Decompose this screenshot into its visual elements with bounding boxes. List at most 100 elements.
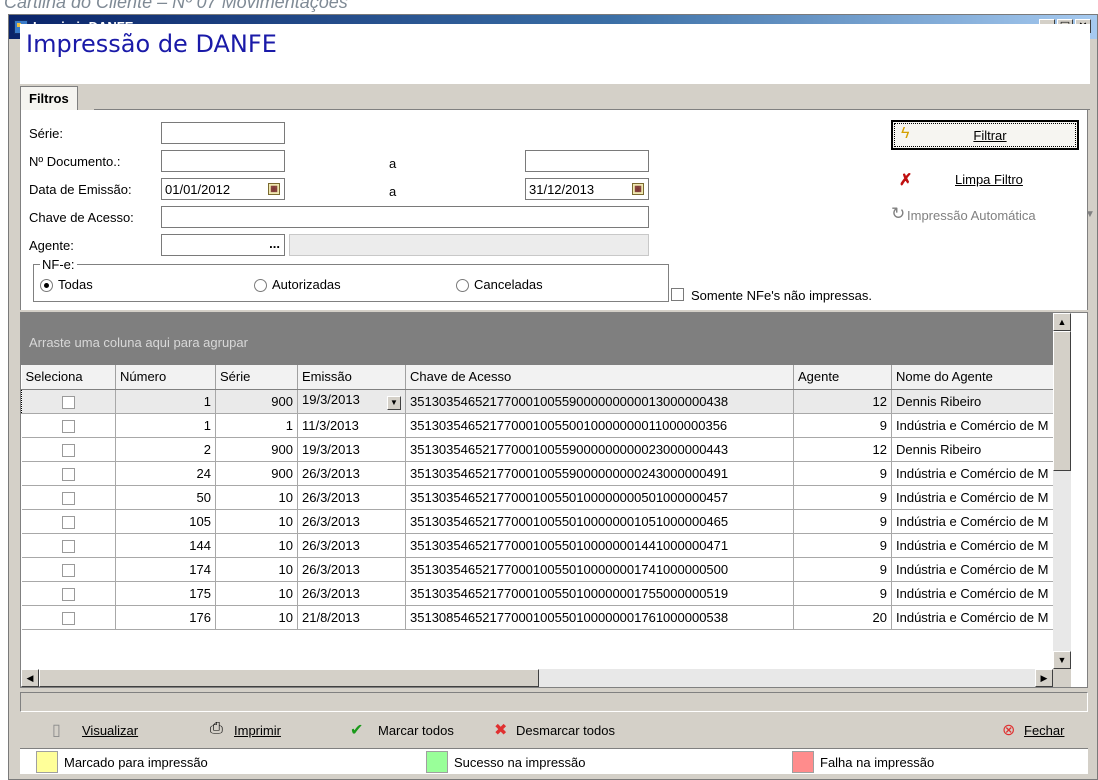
radio-autorizadas[interactable] [254, 279, 267, 292]
document-icon: ▯ [52, 722, 61, 739]
nome-agente-cell: Indústria e Comércio de M [891, 533, 1054, 558]
emissao-cell: 26/3/2013 [297, 533, 406, 558]
select-cell[interactable] [21, 557, 116, 582]
table-row[interactable]: 174 10 26/3/2013 35130354652177000100550… [21, 557, 1054, 582]
emissao-from-input[interactable]: 01/01/2012 ▦ [161, 178, 285, 200]
action-bar: ▯ Visualizar ⎙ Imprimir ✔ Marcar todos ✖… [20, 714, 1088, 748]
calendar-icon[interactable]: ▦ [268, 183, 280, 195]
chave-input[interactable] [161, 206, 649, 228]
serie-input[interactable] [161, 122, 285, 144]
select-cell[interactable] [21, 533, 116, 558]
radio-canceladas-label[interactable]: Canceladas [474, 277, 543, 292]
row-checkbox[interactable] [61, 563, 75, 577]
row-checkbox[interactable] [61, 515, 75, 529]
serie-cell: 10 [215, 581, 298, 606]
table-row[interactable]: 1 900 19/3/2013 ▼ 35130354652177000100559… [21, 389, 1054, 414]
radio-autorizadas-label[interactable]: Autorizadas [272, 277, 341, 292]
select-cell[interactable] [21, 413, 116, 438]
somente-nao-impressas-checkbox[interactable] [671, 288, 684, 301]
serie-cell: 10 [215, 533, 298, 558]
scroll-up-icon[interactable]: ▲ [1053, 313, 1071, 331]
radio-todas-label[interactable]: Todas [58, 277, 93, 292]
scroll-left-icon[interactable]: ◀ [21, 669, 39, 687]
agente-cell: 9 [793, 461, 892, 486]
row-checkbox[interactable] [61, 611, 75, 625]
browse-agente-button[interactable]: ... [269, 236, 280, 251]
select-cell[interactable] [21, 581, 116, 606]
row-checkbox[interactable] [61, 491, 75, 505]
nome-agente-cell: Indústria e Comércio de M [891, 581, 1054, 606]
emissao-cell: 26/3/2013 [297, 461, 406, 486]
calendar-icon[interactable]: ▦ [632, 183, 644, 195]
imprimir-button[interactable]: ⎙ Imprimir [210, 720, 300, 742]
horizontal-scrollbar[interactable]: ◀ ▶ [21, 669, 1053, 687]
filtrar-button[interactable]: ϟ Filtrar [891, 120, 1079, 150]
column-header[interactable]: Chave de Acesso [405, 365, 794, 390]
scroll-down-icon[interactable]: ▼ [1053, 651, 1071, 669]
table-row[interactable]: 175 10 26/3/2013 35130354652177000100550… [21, 581, 1054, 606]
numero-cell: 1 [115, 389, 216, 414]
column-header[interactable]: Agente [793, 365, 892, 390]
page-title: Impressão de DANFE [26, 30, 277, 58]
documento-from-input[interactable] [161, 150, 285, 172]
select-cell[interactable] [21, 485, 116, 510]
select-cell[interactable] [21, 461, 116, 486]
fechar-label: Fechar [1024, 723, 1065, 738]
radio-todas[interactable] [40, 279, 53, 292]
select-cell[interactable] [21, 389, 116, 414]
chevron-down-icon[interactable]: ▼ [387, 396, 401, 410]
agente-label: Agente: [29, 238, 74, 253]
row-checkbox[interactable] [61, 443, 75, 457]
select-cell[interactable] [21, 605, 116, 630]
column-header[interactable]: Seleciona [21, 365, 116, 390]
column-header[interactable]: Série [215, 365, 298, 390]
chevron-down-icon[interactable]: ▼ [1085, 209, 1095, 220]
row-checkbox[interactable] [61, 587, 75, 601]
vertical-scroll-thumb[interactable] [1053, 331, 1071, 471]
agente-input[interactable]: ... [161, 234, 285, 256]
group-by-panel[interactable]: Arraste uma coluna aqui para agrupar [21, 313, 1053, 365]
column-header[interactable]: Nome do Agente [891, 365, 1054, 390]
nome-agente-cell: Indústria e Comércio de M [891, 509, 1054, 534]
select-cell[interactable] [21, 437, 116, 462]
refresh-icon: ↻ [891, 204, 906, 223]
row-checkbox[interactable] [61, 467, 75, 481]
row-checkbox[interactable] [61, 419, 75, 433]
table-row[interactable]: 50 10 26/3/2013 351303546521770001005501… [21, 485, 1054, 510]
table-row[interactable]: 24 900 26/3/2013 35130354652177000100559… [21, 461, 1054, 486]
table-row[interactable]: 2 900 19/3/2013 351303546521770001005590… [21, 437, 1054, 462]
table-row[interactable]: 176 10 21/8/2013 35130854652177000100550… [21, 605, 1054, 630]
table-row[interactable]: 1 1 11/3/2013 35130354652177000100550010… [21, 413, 1054, 438]
visualizar-button[interactable]: ▯ Visualizar [52, 722, 162, 742]
nome-agente-cell: Indústria e Comércio de M [891, 413, 1054, 438]
vertical-scrollbar[interactable]: ▲ ▼ [1053, 313, 1071, 669]
radio-canceladas[interactable] [456, 279, 469, 292]
visualizar-label: Visualizar [82, 723, 139, 738]
table-row[interactable]: 144 10 26/3/2013 35130354652177000100550… [21, 533, 1054, 558]
limpa-filtro-button[interactable]: ✗ Limpa Filtro [899, 170, 1049, 192]
scroll-right-icon[interactable]: ▶ [1035, 669, 1053, 687]
tab-strip: Filtros [20, 84, 1090, 110]
emissao-to-input[interactable]: 31/12/2013 ▦ [525, 178, 649, 200]
row-checkbox[interactable] [61, 539, 75, 553]
table-row[interactable]: 105 10 26/3/2013 35130354652177000100550… [21, 509, 1054, 534]
column-header[interactable]: Emissão [297, 365, 406, 390]
marcar-todos-button[interactable]: ✔ Marcar todos [350, 722, 470, 742]
horizontal-scroll-thumb[interactable] [39, 669, 539, 687]
somente-nao-impressas-label[interactable]: Somente NFe's não impressas. [691, 288, 872, 303]
row-checkbox[interactable] [62, 395, 75, 409]
emissao-cell[interactable]: 19/3/2013 ▼ [297, 389, 406, 414]
agente-name-display [289, 234, 649, 256]
emissao-cell: 26/3/2013 [297, 581, 406, 606]
column-header[interactable]: Número [115, 365, 216, 390]
desmarcar-todos-button[interactable]: ✖ Desmarcar todos [494, 722, 644, 742]
documento-to-input[interactable] [525, 150, 649, 172]
tab-filtros[interactable]: Filtros [20, 86, 78, 110]
agente-cell: 12 [793, 437, 892, 462]
serie-cell: 10 [215, 485, 298, 510]
agente-cell: 20 [793, 605, 892, 630]
impressao-automatica-button[interactable]: ↻ Impressão Automática ▼ [891, 204, 1098, 228]
imprimir-label: Imprimir [234, 723, 281, 738]
fechar-button[interactable]: ⊗ Fechar [1002, 722, 1082, 742]
select-cell[interactable] [21, 509, 116, 534]
